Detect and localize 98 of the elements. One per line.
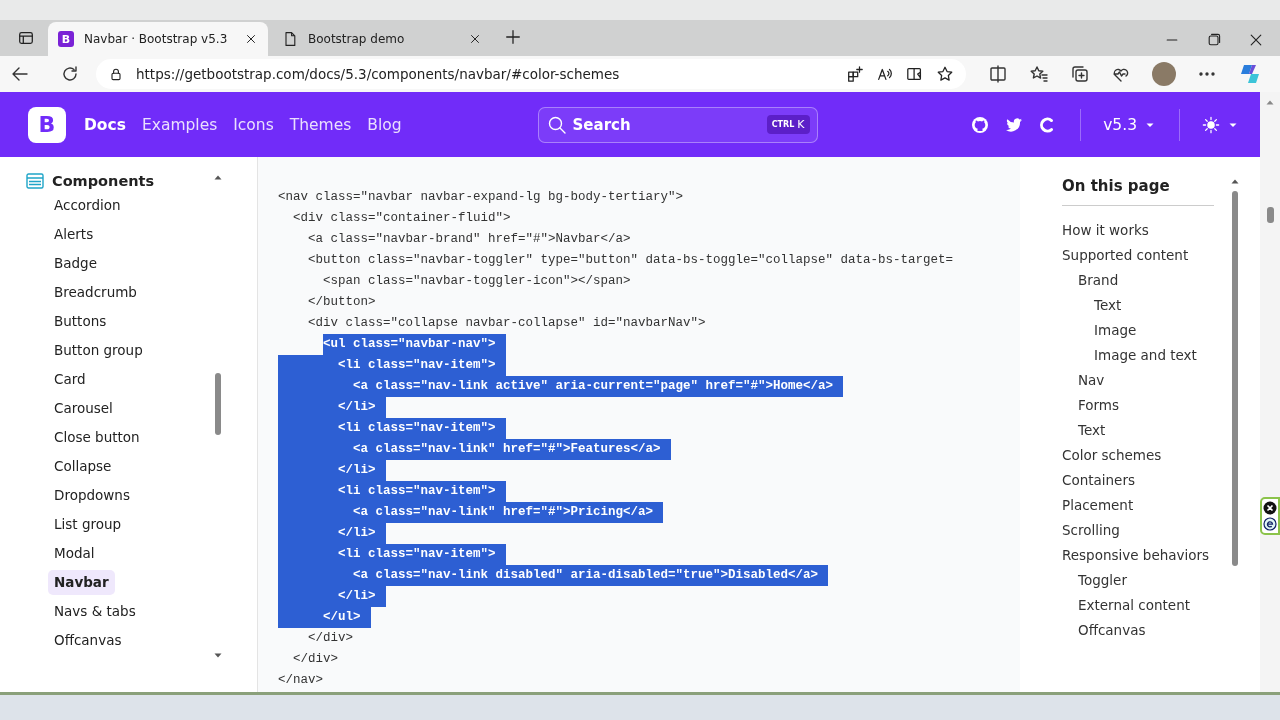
code-line: <div class="container-fluid"> — [292, 210, 512, 227]
reload-icon[interactable] — [60, 64, 80, 84]
sidebar-link[interactable]: Dropdowns — [48, 483, 136, 508]
code-line: <li class="nav-item"> — [278, 418, 1020, 439]
sidebar-link[interactable]: Button group — [48, 338, 149, 363]
sidebar-link[interactable]: Card — [48, 367, 92, 392]
toc-link[interactable]: Image — [1062, 318, 1137, 343]
toc-link[interactable]: Offcanvas — [1062, 618, 1146, 643]
sidebar-link[interactable]: Carousel — [48, 396, 119, 421]
toc-link[interactable]: Containers — [1062, 468, 1135, 493]
code-line: <a class="navbar-brand" href="#">Navbar</a> — [307, 231, 632, 248]
split-screen-icon[interactable] — [988, 64, 1008, 84]
favorites-icon[interactable] — [1029, 64, 1049, 84]
header-link[interactable]: Blog — [367, 115, 402, 134]
apps-icon[interactable] — [846, 65, 864, 83]
toc-link[interactable]: Nav — [1062, 368, 1105, 393]
toc-link[interactable]: Brand — [1062, 268, 1119, 293]
scroll-up-icon[interactable] — [1265, 98, 1275, 108]
tab-favicon: B — [58, 31, 74, 47]
sidebar-link[interactable]: Buttons — [48, 309, 113, 334]
sidebar-link[interactable]: Close button — [48, 425, 146, 450]
version-dropdown[interactable]: v5.3 — [1103, 115, 1157, 134]
toc-link[interactable]: External content — [1062, 593, 1190, 618]
scroll-up-icon[interactable] — [1230, 177, 1240, 187]
toc-title: On this page — [1062, 177, 1214, 206]
profile-avatar[interactable] — [1152, 62, 1176, 86]
star-icon[interactable] — [936, 65, 954, 83]
scrollbar-thumb[interactable] — [1266, 207, 1274, 223]
copilot-icon[interactable] — [1238, 62, 1262, 86]
reader-icon[interactable] — [906, 65, 924, 83]
code-line: <li class="nav-item"> — [278, 355, 1020, 376]
sidebar-link[interactable]: Accordion — [48, 193, 127, 218]
new-tab-icon[interactable] — [504, 28, 522, 46]
sidebar-link[interactable]: Badge — [48, 251, 103, 276]
code-line: </li> — [278, 460, 1020, 481]
caret-icon[interactable] — [213, 173, 223, 183]
toc-link[interactable]: Text — [1062, 418, 1106, 443]
toc-link[interactable]: Responsive behaviors — [1062, 543, 1210, 568]
toc-link[interactable]: Placement — [1062, 493, 1134, 518]
browser-tab[interactable]: Bootstrap demo — [272, 22, 492, 56]
maximize-icon[interactable] — [1206, 32, 1222, 48]
toc-link[interactable]: Image and text — [1062, 343, 1197, 368]
sidebar-link[interactable]: Alerts — [48, 222, 100, 247]
sun-icon — [1202, 115, 1220, 134]
toc-link[interactable]: Text — [1062, 293, 1122, 318]
close-icon[interactable] — [468, 32, 482, 46]
bootstrap-logo[interactable]: B — [28, 106, 66, 143]
scrollbar-thumb[interactable] — [215, 373, 221, 435]
toc-link[interactable]: How it works — [1062, 218, 1149, 243]
code-line: <ul class="navbar-nav"> — [278, 334, 1020, 355]
sidebar-link[interactable]: Navbar — [48, 570, 115, 595]
sidebar-link[interactable]: List group — [48, 512, 128, 537]
code-line: <span class="navbar-toggler-icon"></span> — [322, 273, 632, 290]
search-icon — [546, 114, 567, 135]
letter-e-icon[interactable] — [1263, 517, 1277, 531]
collections-icon[interactable] — [1070, 64, 1090, 84]
code-line: </button> — [307, 294, 377, 311]
address-bar[interactable]: https://getbootstrap.com/docs/5.3/components/navbar/#color-schemes — [96, 59, 966, 89]
sidebar-icon[interactable] — [17, 29, 35, 47]
shortcut-key: CTRL K — [766, 114, 810, 134]
toc-link[interactable]: Toggler — [1062, 568, 1127, 593]
github-icon[interactable] — [970, 114, 991, 135]
header-link[interactable]: Themes — [289, 115, 352, 134]
code-line: </div> — [307, 630, 355, 647]
sidebar-link[interactable]: Modal — [48, 541, 101, 566]
code-line: <div class="collapse navbar-collapse" id="navbarNav"> — [307, 315, 707, 332]
code-line: <li class="nav-item"> — [278, 544, 1020, 565]
code-line: <nav class="navbar navbar-expand-lg bg-body-tertiary"> — [278, 189, 685, 206]
code-line: </div> — [292, 651, 340, 668]
header-link[interactable]: Examples — [141, 115, 218, 134]
code-line: </li> — [278, 586, 1020, 607]
code-line: </ul> — [278, 607, 1020, 628]
code-line: <li class="nav-item"> — [278, 481, 1020, 502]
page-icon[interactable] — [282, 31, 298, 47]
toc-link[interactable]: Supported content — [1062, 243, 1189, 268]
toc-link[interactable]: Scrolling — [1062, 518, 1120, 543]
lock-icon[interactable] — [108, 66, 124, 82]
code-line: <button class="navbar-toggler" type="button" data-bs-toggle="collapse" data-bs-target= — [307, 252, 955, 269]
scrollbar-thumb[interactable] — [1232, 191, 1238, 566]
sidebar-section[interactable]: Components — [26, 173, 155, 189]
close-icon[interactable] — [1263, 501, 1277, 515]
code-line: <a class="nav-link" href="#">Pricing</a> — [278, 502, 1020, 523]
browser-tab[interactable]: B Navbar · Bootstrap v5.3 — [48, 22, 268, 56]
header-link[interactable]: Docs — [84, 115, 126, 134]
code-line: </li> — [278, 397, 1020, 418]
sidebar-link[interactable]: Collapse — [48, 454, 118, 479]
header-link[interactable]: Icons — [233, 115, 274, 134]
code-line: </li> — [278, 523, 1020, 544]
sidebar-link[interactable]: Offcanvas — [48, 628, 128, 653]
code-line: </nav> — [278, 672, 324, 689]
toc-link[interactable]: Forms — [1062, 393, 1120, 418]
code-line: <a class="nav-link" href="#">Features</a> — [278, 439, 1020, 460]
toc-link[interactable]: Color schemes — [1062, 443, 1162, 468]
components-icon — [26, 173, 44, 189]
close-icon[interactable] — [1248, 32, 1264, 48]
sidebar-link[interactable]: Breadcrumb — [48, 280, 143, 305]
close-icon[interactable] — [244, 32, 258, 46]
sidebar-link[interactable]: Navs & tabs — [48, 599, 142, 624]
